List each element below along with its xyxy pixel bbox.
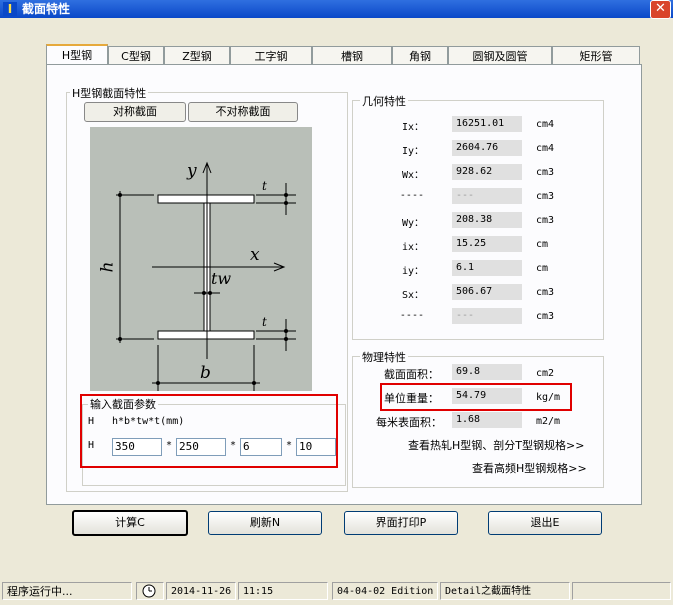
clock-icon — [136, 582, 164, 600]
geometry-label: Wy： — [401, 218, 424, 229]
geometry-value: 6.1 — [452, 260, 522, 276]
row-code: H — [88, 440, 95, 451]
status-running: 程序运行中... — [2, 582, 132, 600]
status-module: Detail之截面特性 — [440, 582, 570, 600]
title-bar — [0, 0, 673, 18]
geometry-value: 506.67 — [452, 284, 522, 300]
physical-title: 物理特性 — [360, 349, 408, 365]
y-axis-label: y — [187, 161, 197, 181]
tw-label: tw — [211, 269, 232, 288]
status-date: 2014-11-26 — [166, 582, 236, 600]
tab-rect-tube[interactable]: 矩形管 — [552, 46, 640, 66]
b-label: b — [200, 363, 211, 383]
calc-button[interactable]: 计算C — [72, 510, 188, 536]
weight-value: 54.79 — [452, 388, 522, 404]
status-time: 11:15 — [238, 582, 328, 600]
status-empty — [572, 582, 671, 600]
param-format: h*b*tw*t(mm) — [112, 416, 185, 427]
geometry-value: 208.38 — [452, 212, 522, 228]
geometry-unit: cm — [536, 239, 549, 250]
geometry-label: ---- — [399, 310, 424, 321]
geometry-label: iy： — [401, 266, 424, 277]
geometry-value: --- — [452, 308, 522, 324]
area-unit: cm2 — [536, 368, 555, 379]
status-edition: 04-04-02 Edition — [332, 582, 438, 600]
surface-value: 1.68 — [452, 412, 522, 428]
refresh-button[interactable]: 刷新N — [208, 511, 322, 535]
t-label-bottom: t — [262, 315, 267, 329]
geometry-value: 928.62 — [452, 164, 522, 180]
area-value: 69.8 — [452, 364, 522, 380]
t-label-top: t — [262, 179, 267, 193]
geometry-label: Iy： — [401, 146, 424, 157]
geometry-label: ---- — [399, 190, 424, 201]
surface-label: 每米表面积： — [376, 416, 442, 429]
geometry-value: 16251.01 — [452, 116, 522, 132]
geometry-label: ix： — [401, 242, 424, 253]
geometry-unit: cm — [536, 263, 549, 274]
weight-unit: kg/m — [536, 392, 561, 403]
geometry-unit: cm4 — [536, 119, 555, 130]
tw-input[interactable]: 6 — [240, 438, 282, 456]
tab-z-steel[interactable]: Z型钢 — [164, 46, 230, 66]
input-group-title: 输入截面参数 — [88, 396, 158, 412]
geometry-unit: cm3 — [536, 191, 555, 202]
geometry-label: Sx： — [401, 290, 424, 301]
geometry-title: 几何特性 — [360, 93, 408, 109]
x-axis-label: x — [250, 245, 260, 265]
geometry-value: --- — [452, 188, 522, 204]
geometry-label: Wx： — [401, 170, 424, 181]
geometry-unit: cm3 — [536, 167, 555, 178]
geometry-value: 2604.76 — [452, 140, 522, 156]
separator: * — [286, 440, 293, 451]
exit-button[interactable]: 退出E — [488, 511, 602, 535]
b-input[interactable]: 250 — [176, 438, 226, 456]
geometry-value: 15.25 — [452, 236, 522, 252]
separator: * — [166, 440, 173, 451]
app-icon: I — [3, 2, 17, 16]
geometry-unit: cm3 — [536, 287, 555, 298]
geometry-unit: cm3 — [536, 215, 555, 226]
tab-round[interactable]: 圆钢及圆管 — [448, 46, 552, 66]
h-input[interactable]: 350 — [112, 438, 162, 456]
area-label: 截面面积： — [384, 368, 439, 381]
hf-spec-link[interactable]: 查看高频H型钢规格>> — [472, 460, 587, 476]
h-label: h — [97, 261, 118, 273]
symmetric-button[interactable]: 对称截面 — [84, 102, 186, 122]
asymmetric-button[interactable]: 不对称截面 — [188, 102, 298, 122]
tab-i-beam[interactable]: 工字钢 — [230, 46, 312, 66]
t-input[interactable]: 10 — [296, 438, 336, 456]
geometry-unit: cm3 — [536, 311, 555, 322]
separator: * — [230, 440, 237, 451]
geometry-unit: cm4 — [536, 143, 555, 154]
window-title: 截面特性 — [22, 2, 71, 16]
section-diagram: y x t t tw h b — [90, 127, 312, 391]
weight-label: 单位重量： — [384, 392, 439, 405]
hot-rolled-spec-link[interactable]: 查看热轧H型钢、剖分T型钢规格>> — [408, 437, 584, 453]
tab-channel[interactable]: 槽钢 — [312, 46, 392, 66]
section-group-title: H型钢截面特性 — [70, 85, 149, 101]
tab-angle[interactable]: 角钢 — [392, 46, 448, 66]
geometry-label: Ix： — [401, 122, 424, 133]
close-button[interactable]: ✕ — [650, 0, 671, 19]
print-button[interactable]: 界面打印P — [344, 511, 458, 535]
param-code: H — [88, 416, 95, 427]
surface-unit: m2/m — [536, 416, 561, 427]
tab-c-steel[interactable]: C型钢 — [108, 46, 164, 66]
